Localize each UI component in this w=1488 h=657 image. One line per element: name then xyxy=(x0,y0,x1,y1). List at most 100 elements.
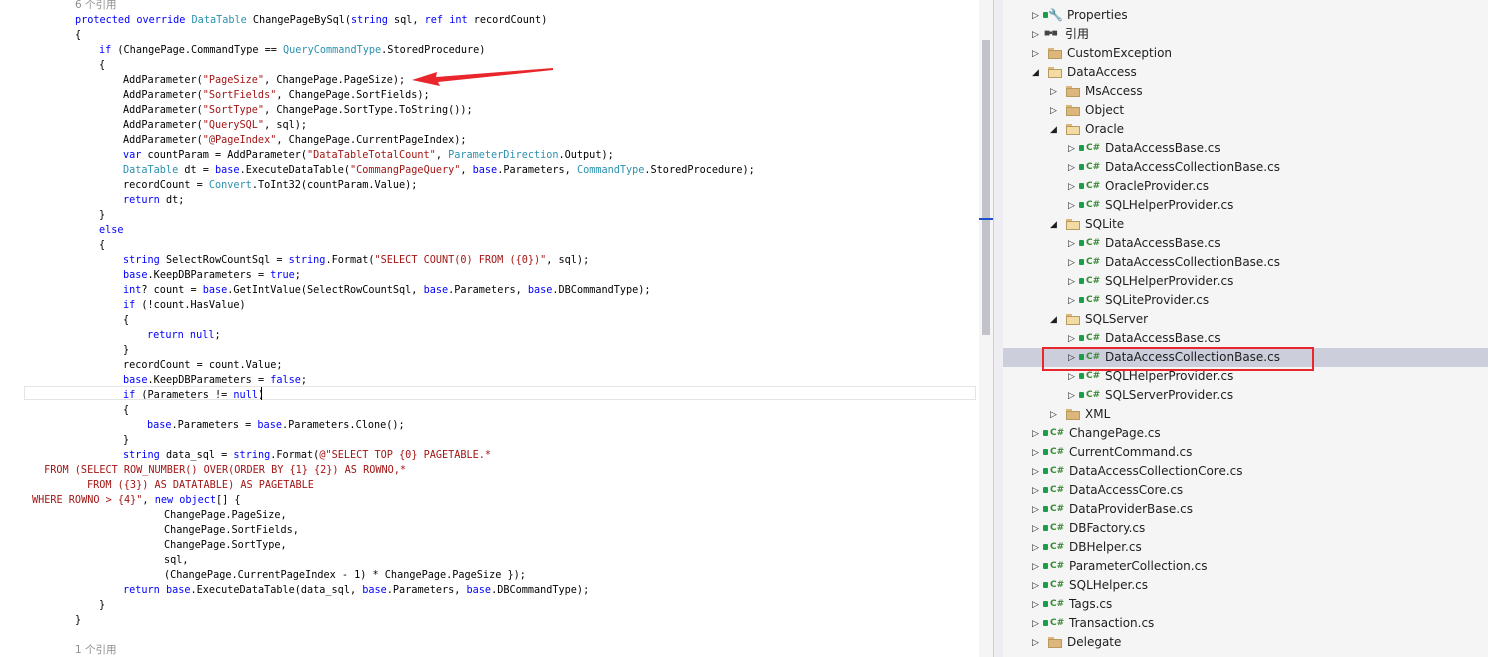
collapsed-caret-icon[interactable]: ▷ xyxy=(1067,276,1076,287)
tree-item-file[interactable]: ▷ C# DataAccessBase.cs xyxy=(1003,139,1488,158)
collapsed-caret-icon[interactable]: ▷ xyxy=(1067,238,1076,249)
collapsed-caret-icon[interactable]: ▷ xyxy=(1031,466,1040,477)
editor-vertical-scrollbar[interactable] xyxy=(979,0,993,657)
code-line[interactable]: ChangePage.SortType, xyxy=(164,538,287,553)
code-line[interactable]: ChangePage.SortFields, xyxy=(164,523,299,538)
code-line[interactable]: { xyxy=(99,58,105,73)
tree-item-file[interactable]: ▷ C# DBFactory.cs xyxy=(1003,519,1488,538)
tree-item-file[interactable]: ▷ C# CurrentCommand.cs xyxy=(1003,443,1488,462)
collapsed-caret-icon[interactable]: ▷ xyxy=(1031,428,1040,439)
collapsed-caret-icon[interactable]: ▷ xyxy=(1031,48,1040,59)
collapsed-caret-icon[interactable]: ▷ xyxy=(1067,181,1076,192)
tree-item-folder[interactable]: ▷ Delegate xyxy=(1003,633,1488,652)
tree-item-folder[interactable]: ◢ SQLite xyxy=(1003,215,1488,234)
code-line[interactable]: int? count = base.GetIntValue(SelectRowC… xyxy=(123,283,651,298)
code-line[interactable]: ChangePage.PageSize, xyxy=(164,508,287,523)
collapsed-caret-icon[interactable]: ▷ xyxy=(1031,29,1040,40)
tree-item-file[interactable]: ▷ C# DataAccessBase.cs xyxy=(1003,329,1488,348)
collapsed-caret-icon[interactable]: ▷ xyxy=(1067,371,1076,382)
collapsed-caret-icon[interactable]: ▷ xyxy=(1031,10,1040,21)
expanded-caret-icon[interactable]: ◢ xyxy=(1049,314,1058,325)
code-line[interactable]: base.Parameters = base.Parameters.Clone(… xyxy=(147,418,405,433)
tree-item-file[interactable]: ▷ C# ChangePage.cs xyxy=(1003,424,1488,443)
tree-item-file[interactable]: ▷ C# DataAccessCollectionBase.cs xyxy=(1003,253,1488,272)
tree-item-file[interactable]: ▷ C# SQLiteProvider.cs xyxy=(1003,291,1488,310)
expanded-caret-icon[interactable]: ◢ xyxy=(1049,124,1058,135)
tree-item-file[interactable]: ▷ C# ParameterCollection.cs xyxy=(1003,557,1488,576)
collapsed-caret-icon[interactable]: ▷ xyxy=(1067,200,1076,211)
code-lens-references[interactable]: 6 个引用 xyxy=(75,0,117,11)
collapsed-caret-icon[interactable]: ▷ xyxy=(1067,257,1076,268)
code-line[interactable]: { xyxy=(99,238,105,253)
collapsed-caret-icon[interactable]: ▷ xyxy=(1031,580,1040,591)
tree-item-file[interactable]: ▷ C# DataAccessCore.cs xyxy=(1003,481,1488,500)
collapsed-caret-icon[interactable]: ▷ xyxy=(1031,447,1040,458)
collapsed-caret-icon[interactable]: ▷ xyxy=(1067,390,1076,401)
collapsed-caret-icon[interactable]: ▷ xyxy=(1031,599,1040,610)
tree-item-folder[interactable]: ▷ 🔧 Properties xyxy=(1003,6,1488,25)
code-line[interactable]: 6 个引用 xyxy=(75,0,117,13)
collapsed-caret-icon[interactable]: ▷ xyxy=(1049,409,1058,420)
tree-item-folder[interactable]: ▷ ■▪■ 引用 xyxy=(1003,25,1488,44)
code-line[interactable]: AddParameter("SortFields", ChangePage.So… xyxy=(123,88,430,103)
code-line[interactable]: return null; xyxy=(147,328,221,343)
code-line[interactable]: } xyxy=(99,598,105,613)
collapsed-caret-icon[interactable]: ▷ xyxy=(1031,485,1040,496)
code-line[interactable]: 1 个引用 xyxy=(75,643,117,657)
scrollbar-thumb[interactable] xyxy=(982,40,990,335)
pane-splitter[interactable] xyxy=(993,0,1003,657)
code-line[interactable]: WHERE ROWNO > {4}", new object[] { xyxy=(32,493,241,508)
tree-item-file[interactable]: ▷ C# SQLHelperProvider.cs xyxy=(1003,272,1488,291)
code-lens-references[interactable]: 1 个引用 xyxy=(75,644,117,656)
code-line[interactable]: FROM (SELECT ROW_NUMBER() OVER(ORDER BY … xyxy=(38,463,406,478)
tree-item-file[interactable]: ▷ C# SQLServerProvider.cs xyxy=(1003,386,1488,405)
code-line[interactable]: AddParameter("SortType", ChangePage.Sort… xyxy=(123,103,473,118)
code-line[interactable]: { xyxy=(75,28,81,43)
collapsed-caret-icon[interactable]: ▷ xyxy=(1031,618,1040,629)
expanded-caret-icon[interactable]: ◢ xyxy=(1031,67,1040,78)
code-line[interactable]: if (!count.HasValue) xyxy=(123,298,246,313)
tree-item-folder[interactable]: ◢ DataAccess xyxy=(1003,63,1488,82)
code-line[interactable]: AddParameter("PageSize", ChangePage.Page… xyxy=(123,73,405,88)
tree-item-file[interactable]: ▷ C# DBHelper.cs xyxy=(1003,538,1488,557)
code-line[interactable]: return dt; xyxy=(123,193,184,208)
collapsed-caret-icon[interactable]: ▷ xyxy=(1067,162,1076,173)
code-line[interactable]: string data_sql = string.Format(@"SELECT… xyxy=(123,448,491,463)
code-line[interactable]: } xyxy=(75,613,81,628)
code-line[interactable]: (ChangePage.CurrentPageIndex - 1) * Chan… xyxy=(164,568,526,583)
code-line[interactable]: FROM ({3}) AS DATATABLE) AS PAGETABLE xyxy=(87,478,314,493)
collapsed-caret-icon[interactable]: ▷ xyxy=(1049,105,1058,116)
tree-item-file[interactable]: ▷ C# Tags.cs xyxy=(1003,595,1488,614)
collapsed-caret-icon[interactable]: ▷ xyxy=(1067,333,1076,344)
collapsed-caret-icon[interactable]: ▷ xyxy=(1031,504,1040,515)
collapsed-caret-icon[interactable]: ▷ xyxy=(1031,542,1040,553)
code-line[interactable]: recordCount = count.Value; xyxy=(123,358,282,373)
code-line[interactable]: var countParam = AddParameter("DataTable… xyxy=(123,148,614,163)
collapsed-caret-icon[interactable]: ▷ xyxy=(1031,637,1040,648)
collapsed-caret-icon[interactable]: ▷ xyxy=(1031,523,1040,534)
code-line[interactable]: AddParameter("QuerySQL", sql); xyxy=(123,118,307,133)
tree-item-folder[interactable]: ▷ MsAccess xyxy=(1003,82,1488,101)
collapsed-caret-icon[interactable]: ▷ xyxy=(1067,295,1076,306)
code-line[interactable]: if (ChangePage.CommandType == QueryComma… xyxy=(99,43,485,58)
code-line[interactable]: { xyxy=(123,403,129,418)
code-line[interactable]: sql, xyxy=(164,553,189,568)
tree-item-file[interactable]: ▷ C# Transaction.cs xyxy=(1003,614,1488,633)
tree-item-folder[interactable]: ▷ XML xyxy=(1003,405,1488,424)
collapsed-caret-icon[interactable]: ▷ xyxy=(1031,561,1040,572)
tree-item-folder[interactable]: ◢ SQLServer xyxy=(1003,310,1488,329)
tree-item-folder[interactable]: ◢ Oracle xyxy=(1003,120,1488,139)
code-line[interactable]: AddParameter("@PageIndex", ChangePage.Cu… xyxy=(123,133,466,148)
tree-item-file[interactable]: ▷ C# OracleProvider.cs xyxy=(1003,177,1488,196)
code-line[interactable]: } xyxy=(123,433,129,448)
tree-item-folder[interactable]: ▷ Object xyxy=(1003,101,1488,120)
tree-item-file[interactable]: ▷ C# SQLHelperProvider.cs xyxy=(1003,196,1488,215)
code-line[interactable]: protected override DataTable ChangePageB… xyxy=(75,13,547,28)
code-line[interactable]: } xyxy=(99,208,105,223)
code-line[interactable]: base.KeepDBParameters = true; xyxy=(123,268,301,283)
tree-item-file[interactable]: ▷ C# DataAccessBase.cs xyxy=(1003,234,1488,253)
code-line[interactable]: } xyxy=(123,343,129,358)
code-line[interactable]: DataTable dt = base.ExecuteDataTable("Co… xyxy=(123,163,755,178)
tree-item-file[interactable]: ▷ C# DataAccessCollectionCore.cs xyxy=(1003,462,1488,481)
tree-item-file[interactable]: ▷ C# SQLHelper.cs xyxy=(1003,576,1488,595)
